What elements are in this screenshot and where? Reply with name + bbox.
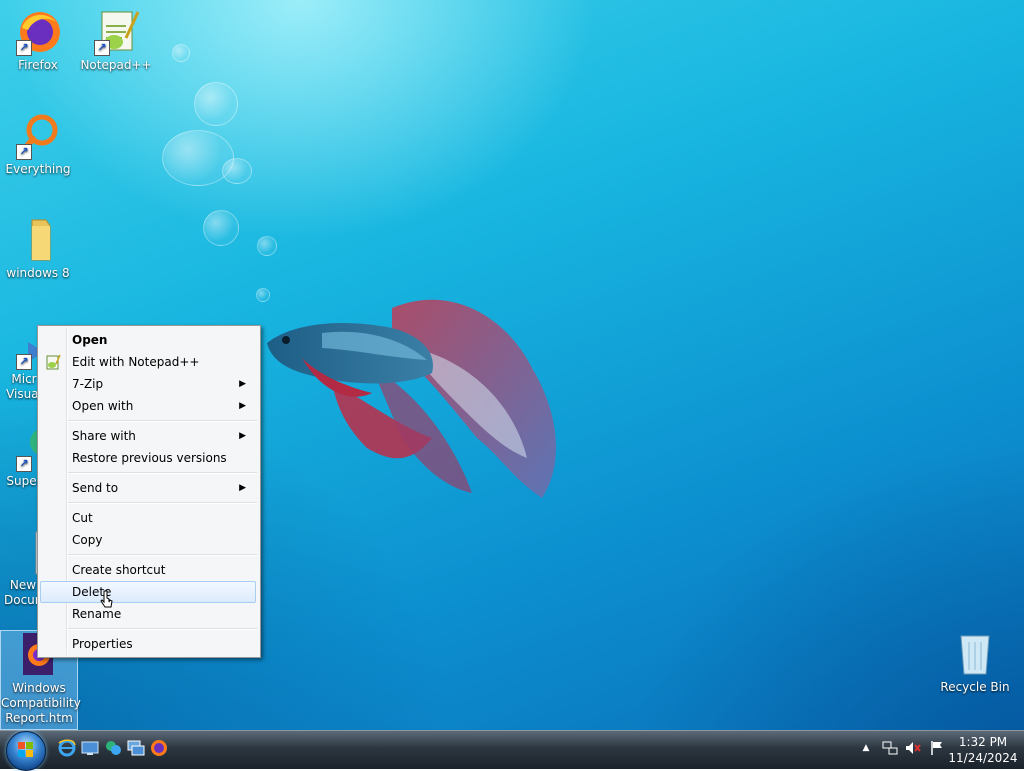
desktop-icon-notepadpp[interactable]: ↗ Notepad++ bbox=[78, 8, 154, 73]
bubble-decoration bbox=[203, 210, 239, 246]
start-button[interactable] bbox=[6, 731, 46, 771]
internet-explorer-icon[interactable] bbox=[58, 739, 76, 757]
submenu-arrow-icon: ▶ bbox=[239, 401, 246, 411]
bubble-decoration bbox=[194, 82, 238, 126]
menu-item-copy[interactable]: Copy bbox=[40, 529, 256, 551]
recycle-bin-icon bbox=[951, 630, 999, 678]
bubble-decoration bbox=[257, 236, 277, 256]
submenu-arrow-icon: ▶ bbox=[239, 483, 246, 493]
menu-separator bbox=[68, 420, 257, 422]
shortcut-arrow-icon: ↗ bbox=[16, 144, 32, 160]
desktop-icon-windows8-folder[interactable]: windows 8 bbox=[0, 216, 76, 281]
desktop-icon-label: Windows Compatibility Report.htm bbox=[1, 681, 81, 725]
submenu-arrow-icon: ▶ bbox=[239, 431, 246, 441]
shortcut-arrow-icon: ↗ bbox=[16, 40, 32, 56]
clock[interactable]: 1:32 PM 11/24/2024 bbox=[948, 734, 1018, 766]
desktop-icon-label: windows 8 bbox=[6, 266, 70, 280]
bubble-decoration bbox=[222, 158, 252, 184]
shortcut-arrow-icon: ↗ bbox=[94, 40, 110, 56]
desktop-icon-everything[interactable]: ↗ Everything bbox=[0, 112, 76, 177]
desktop-icon-recycle-bin[interactable]: Recycle Bin bbox=[937, 630, 1013, 695]
menu-item-cut[interactable]: Cut bbox=[40, 507, 256, 529]
everything-search-icon: ↗ bbox=[14, 112, 62, 160]
notepadpp-icon bbox=[46, 354, 61, 370]
desktop-icon-label: Notepad++ bbox=[80, 58, 152, 72]
menu-item-create-shortcut[interactable]: Create shortcut bbox=[40, 559, 256, 581]
show-desktop-icon[interactable] bbox=[81, 739, 99, 757]
desktop-icon-label: Everything bbox=[5, 162, 71, 176]
menu-separator bbox=[68, 502, 257, 504]
firefox-icon: ↗ bbox=[14, 8, 62, 56]
folder-icon bbox=[14, 216, 62, 264]
messenger-icon[interactable] bbox=[104, 739, 122, 757]
menu-item-open[interactable]: Open bbox=[40, 329, 256, 351]
menu-item-delete[interactable]: Delete bbox=[40, 581, 256, 603]
context-menu: Open Edit with Notepad++ 7-Zip ▶ Open wit… bbox=[37, 325, 261, 658]
menu-item-rename[interactable]: Rename bbox=[40, 603, 256, 625]
menu-item-open-with[interactable]: Open with ▶ bbox=[40, 395, 256, 417]
action-center-flag-icon[interactable] bbox=[929, 740, 945, 756]
firefox-icon[interactable] bbox=[150, 739, 168, 757]
menu-item-share-with[interactable]: Share with ▶ bbox=[40, 425, 256, 447]
betta-fish-wallpaper bbox=[267, 299, 556, 498]
desktop[interactable]: ↗ Firefox ↗ Notepad++ ↗ Everything windo… bbox=[0, 0, 1024, 730]
submenu-arrow-icon: ▶ bbox=[239, 379, 246, 389]
desktop-icon-firefox[interactable]: ↗ Firefox bbox=[0, 8, 76, 73]
taskbar: ▲ 1:32 PM 11/24/2024 bbox=[0, 730, 1024, 771]
network-icon[interactable] bbox=[882, 740, 898, 756]
desktop-icon-label: Recycle Bin bbox=[940, 680, 1010, 694]
menu-item-send-to[interactable]: Send to ▶ bbox=[40, 477, 256, 499]
show-hidden-icons-arrow[interactable]: ▲ bbox=[858, 740, 874, 756]
menu-separator bbox=[68, 554, 257, 556]
switch-windows-icon[interactable] bbox=[127, 739, 145, 757]
volume-muted-icon[interactable] bbox=[905, 740, 921, 756]
mouse-cursor-icon bbox=[100, 590, 113, 608]
menu-item-7zip[interactable]: 7-Zip ▶ bbox=[40, 373, 256, 395]
menu-separator bbox=[68, 472, 257, 474]
menu-item-properties[interactable]: Properties bbox=[40, 633, 256, 655]
menu-item-edit-with-notepadpp[interactable]: Edit with Notepad++ bbox=[40, 351, 256, 373]
windows-logo-icon bbox=[18, 742, 33, 757]
menu-separator bbox=[68, 628, 257, 630]
menu-item-restore-previous-versions[interactable]: Restore previous versions bbox=[40, 447, 256, 469]
notepadpp-icon: ↗ bbox=[92, 8, 140, 56]
desktop-icon-label: Firefox bbox=[18, 58, 58, 72]
shortcut-arrow-icon: ↗ bbox=[16, 456, 32, 472]
clock-time: 1:32 PM bbox=[958, 735, 1008, 749]
clock-date: 11/24/2024 bbox=[948, 751, 1018, 765]
shortcut-arrow-icon: ↗ bbox=[16, 354, 32, 370]
bubble-decoration bbox=[172, 44, 190, 62]
